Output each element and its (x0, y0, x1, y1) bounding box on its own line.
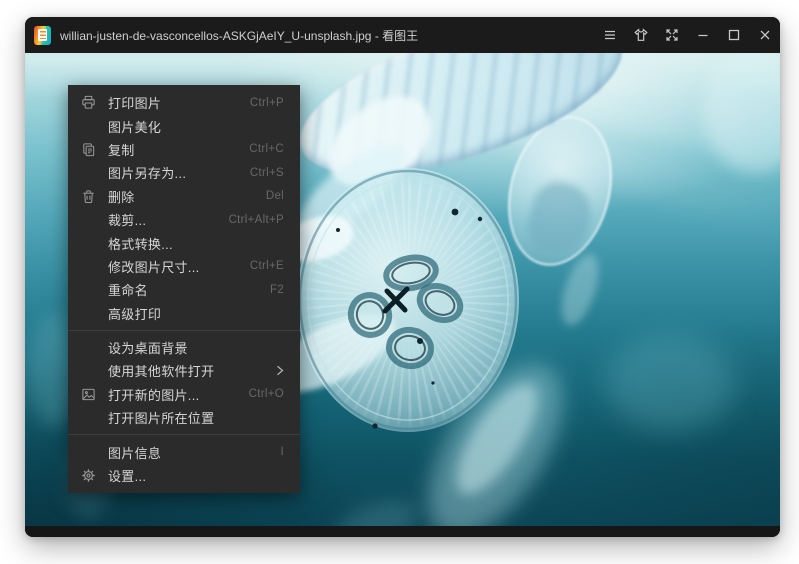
menu-icon-placeholder (81, 410, 108, 426)
trash-icon (81, 188, 108, 204)
fullscreen-button[interactable] (656, 17, 687, 53)
menu-icon-placeholder (81, 305, 108, 321)
menu-item-advanced-print[interactable]: 高级打印 (68, 302, 300, 325)
menu-icon-placeholder (81, 282, 108, 298)
menu-icon-placeholder (81, 258, 108, 274)
close-button[interactable] (749, 17, 780, 53)
menu-item-open-location[interactable]: 打开图片所在位置 (68, 406, 300, 429)
image-icon (81, 386, 108, 402)
menu-icon-placeholder (81, 235, 108, 251)
close-icon (757, 27, 773, 43)
menu-icon-placeholder (81, 118, 108, 134)
menu-icon-placeholder (81, 212, 108, 228)
menu-item-shortcut: Ctrl+P (250, 97, 284, 109)
hamburger-icon (602, 27, 618, 43)
menu-item-label: 裁剪... (108, 210, 146, 229)
menu-icon-placeholder (81, 340, 108, 356)
menu-item-convert-format[interactable]: 格式转换... (68, 231, 300, 254)
menu-item-label: 修改图片尺寸... (108, 257, 200, 276)
submenu-arrow-icon (276, 365, 284, 376)
menu-item-label: 图片信息 (108, 443, 161, 462)
copy-icon (81, 141, 108, 157)
menu-item-open-with[interactable]: 使用其他软件打开 (68, 359, 300, 382)
maximize-button[interactable] (718, 17, 749, 53)
window-title: willian-justen-de-vasconcellos-ASKGjAeIY… (60, 27, 418, 44)
app-logo-icon (34, 26, 51, 45)
menu-item-label: 复制 (108, 140, 135, 159)
menu-item-copy[interactable]: 复制 Ctrl+C (68, 138, 300, 161)
menu-item-label: 使用其他软件打开 (108, 361, 214, 380)
main-menu-button[interactable] (594, 17, 625, 53)
menu-item-shortcut: Ctrl+E (250, 260, 284, 272)
expand-icon (664, 27, 680, 43)
menu-item-print-image[interactable]: 打印图片 Ctrl+P (68, 91, 300, 114)
skin-button[interactable] (625, 17, 656, 53)
gear-icon (81, 468, 108, 484)
menu-item-label: 图片美化 (108, 117, 161, 136)
context-menu: 打印图片 Ctrl+P 图片美化 复制 Ctrl+C 图片另存为... Ctrl… (68, 85, 300, 493)
menu-separator (68, 330, 300, 331)
menu-item-label: 格式转换... (108, 234, 173, 253)
menu-item-shortcut: Ctrl+S (250, 167, 284, 179)
menu-item-save-as[interactable]: 图片另存为... Ctrl+S (68, 161, 300, 184)
printer-icon (81, 95, 108, 111)
menu-item-label: 高级打印 (108, 304, 161, 323)
titlebar: willian-justen-de-vasconcellos-ASKGjAeIY… (25, 17, 780, 53)
menu-item-delete[interactable]: 删除 Del (68, 185, 300, 208)
minimize-icon (695, 27, 711, 43)
menu-item-shortcut: Ctrl+O (249, 388, 284, 400)
menu-separator (68, 434, 300, 435)
menu-item-beautify-image[interactable]: 图片美化 (68, 114, 300, 137)
maximize-icon (726, 27, 742, 43)
menu-item-image-info[interactable]: 图片信息 I (68, 440, 300, 463)
menu-item-rename[interactable]: 重命名 F2 (68, 278, 300, 301)
menu-item-label: 删除 (108, 187, 135, 206)
menu-item-label: 打印图片 (108, 93, 161, 112)
menu-item-resize-image[interactable]: 修改图片尺寸... Ctrl+E (68, 255, 300, 278)
menu-item-label: 打开图片所在位置 (108, 408, 214, 427)
menu-icon-placeholder (81, 444, 108, 460)
app-window: willian-justen-de-vasconcellos-ASKGjAeIY… (25, 17, 780, 537)
tshirt-icon (633, 27, 649, 43)
menu-item-label: 设置... (108, 466, 146, 485)
menu-item-crop[interactable]: 裁剪... Ctrl+Alt+P (68, 208, 300, 231)
menu-item-label: 图片另存为... (108, 163, 186, 182)
menu-item-shortcut: Ctrl+C (249, 143, 284, 155)
menu-item-label: 设为桌面背景 (108, 338, 188, 357)
menu-item-shortcut: Del (266, 190, 284, 202)
menu-item-label: 重命名 (108, 280, 148, 299)
menu-icon-placeholder (81, 363, 108, 379)
menu-item-open-new-image[interactable]: 打开新的图片... Ctrl+O (68, 383, 300, 406)
menu-item-shortcut: F2 (270, 284, 284, 296)
menu-item-shortcut: I (281, 446, 285, 458)
menu-item-settings[interactable]: 设置... (68, 464, 300, 487)
minimize-button[interactable] (687, 17, 718, 53)
menu-item-set-wallpaper[interactable]: 设为桌面背景 (68, 336, 300, 359)
menu-item-shortcut: Ctrl+Alt+P (229, 214, 284, 226)
menu-item-label: 打开新的图片... (108, 385, 200, 404)
window-controls (594, 17, 780, 53)
menu-icon-placeholder (81, 165, 108, 181)
